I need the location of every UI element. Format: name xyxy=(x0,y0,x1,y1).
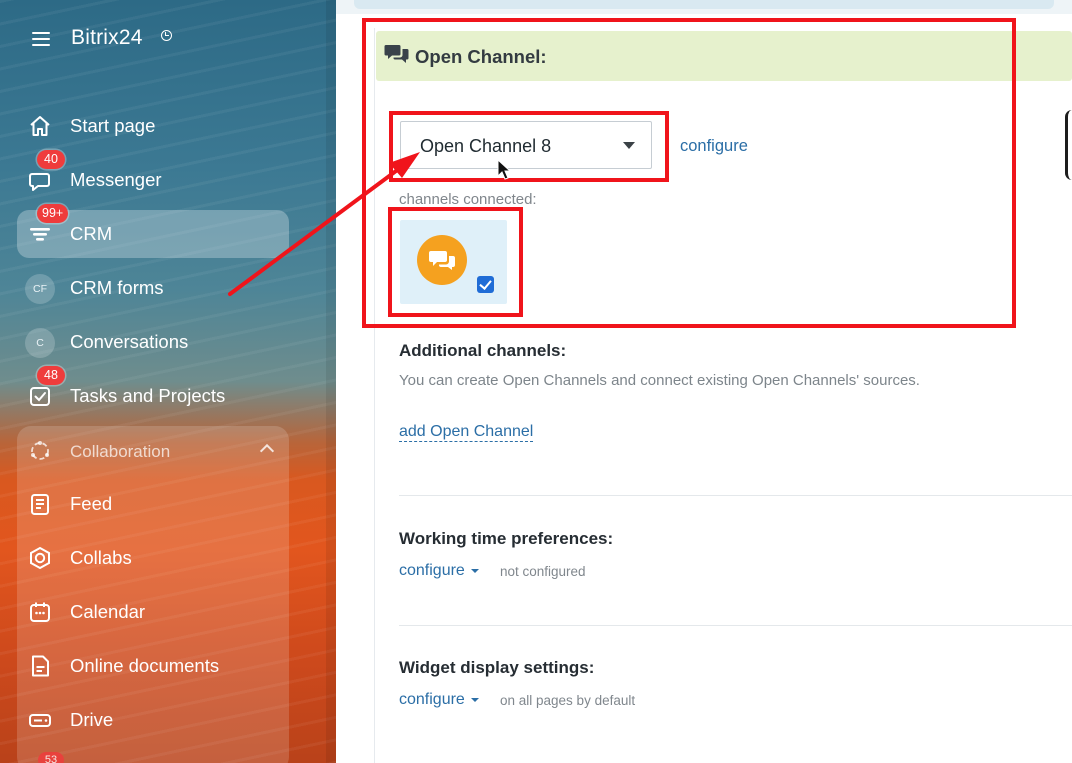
caret-down-icon xyxy=(470,697,479,702)
logo-row: Bitrix24 xyxy=(0,22,336,58)
sidebar-item-feed[interactable]: Feed xyxy=(17,480,289,528)
sidebar: Bitrix24 Start page 40 Messenger 99+ CRM… xyxy=(0,0,336,763)
working-time-configure-link[interactable]: configure xyxy=(399,562,479,580)
annotation-box-select xyxy=(389,111,669,182)
add-open-channel-link[interactable]: add Open Channel xyxy=(399,422,534,442)
sidebar-item-collabs[interactable]: Collabs xyxy=(17,534,289,582)
widget-configure-link[interactable]: configure xyxy=(399,691,479,709)
widget-configure-label: configure xyxy=(399,691,465,708)
sidebar-item-label: Online documents xyxy=(70,655,220,676)
tasks-check-icon xyxy=(30,387,50,406)
partial-badge: 53 xyxy=(38,752,64,763)
window-edge xyxy=(1065,110,1072,180)
crm-filter-icon xyxy=(30,228,50,241)
sidebar-item-calendar[interactable]: Calendar xyxy=(17,588,289,636)
working-time-status: not configured xyxy=(500,564,586,579)
calendar-icon xyxy=(30,602,50,622)
tasks-badge: 48 xyxy=(37,366,65,385)
collaboration-label[interactable]: Collaboration xyxy=(70,442,170,462)
sidebar-item-label: Feed xyxy=(70,493,113,514)
divider xyxy=(399,495,1072,496)
collabs-hexagon-icon xyxy=(30,546,50,570)
collaboration-icon xyxy=(31,441,49,460)
menu-burger-icon[interactable] xyxy=(32,32,50,46)
widget-display-title: Widget display settings: xyxy=(399,658,595,677)
sidebar-item-label: Conversations xyxy=(70,331,189,352)
sidebar-item-crm-forms[interactable]: CF CRM forms xyxy=(17,264,289,312)
cf-circle-icon: CF xyxy=(25,274,55,304)
sidebar-item-messenger[interactable]: 40 Messenger xyxy=(17,150,289,204)
sidebar-shadow xyxy=(326,0,336,763)
sidebar-item-label: Messenger xyxy=(70,169,162,190)
sidebar-item-crm[interactable]: 99+ CRM xyxy=(17,204,289,258)
sidebar-item-start-page[interactable]: Start page xyxy=(17,102,289,150)
additional-channels-description: You can create Open Channels and connect… xyxy=(399,372,920,389)
annotation-box-channel xyxy=(388,207,523,317)
messenger-badge: 40 xyxy=(37,150,65,169)
sidebar-item-label: Start page xyxy=(70,115,156,136)
divider xyxy=(399,625,1072,626)
document-icon xyxy=(32,655,49,677)
additional-channels-title: Additional channels: xyxy=(399,341,567,360)
sidebar-item-label: CRM forms xyxy=(70,277,164,298)
home-icon xyxy=(30,116,50,136)
sidebar-item-online-documents[interactable]: Online documents xyxy=(17,642,289,690)
sidebar-item-tasks-and-projects[interactable]: 48 Tasks and Projects xyxy=(17,366,289,420)
sidebar-item-label: Calendar xyxy=(70,601,146,622)
sidebar-item-label: Drive xyxy=(70,709,114,730)
caret-down-icon xyxy=(470,568,479,573)
sidebar-item-label: Collabs xyxy=(70,547,132,568)
top-strip xyxy=(336,0,1072,14)
working-time-configure-label: configure xyxy=(399,562,465,579)
app-logo[interactable]: Bitrix24 xyxy=(71,26,143,50)
drive-icon xyxy=(29,714,51,727)
messenger-icon xyxy=(29,173,50,191)
crm-badge: 99+ xyxy=(37,204,69,223)
sidebar-item-label: Tasks and Projects xyxy=(70,385,226,406)
sidebar-item-label: CRM xyxy=(70,223,113,244)
clock-icon[interactable] xyxy=(161,30,172,41)
mouse-cursor-icon xyxy=(497,159,512,180)
feed-icon xyxy=(31,494,49,515)
c-circle-icon: C xyxy=(25,328,55,358)
chevron-up-icon[interactable] xyxy=(259,443,275,459)
sidebar-item-drive[interactable]: Drive xyxy=(17,696,289,744)
widget-display-status: on all pages by default xyxy=(500,693,636,708)
sidebar-item-conversations[interactable]: C Conversations xyxy=(17,318,289,366)
working-time-title: Working time preferences: xyxy=(399,529,614,548)
